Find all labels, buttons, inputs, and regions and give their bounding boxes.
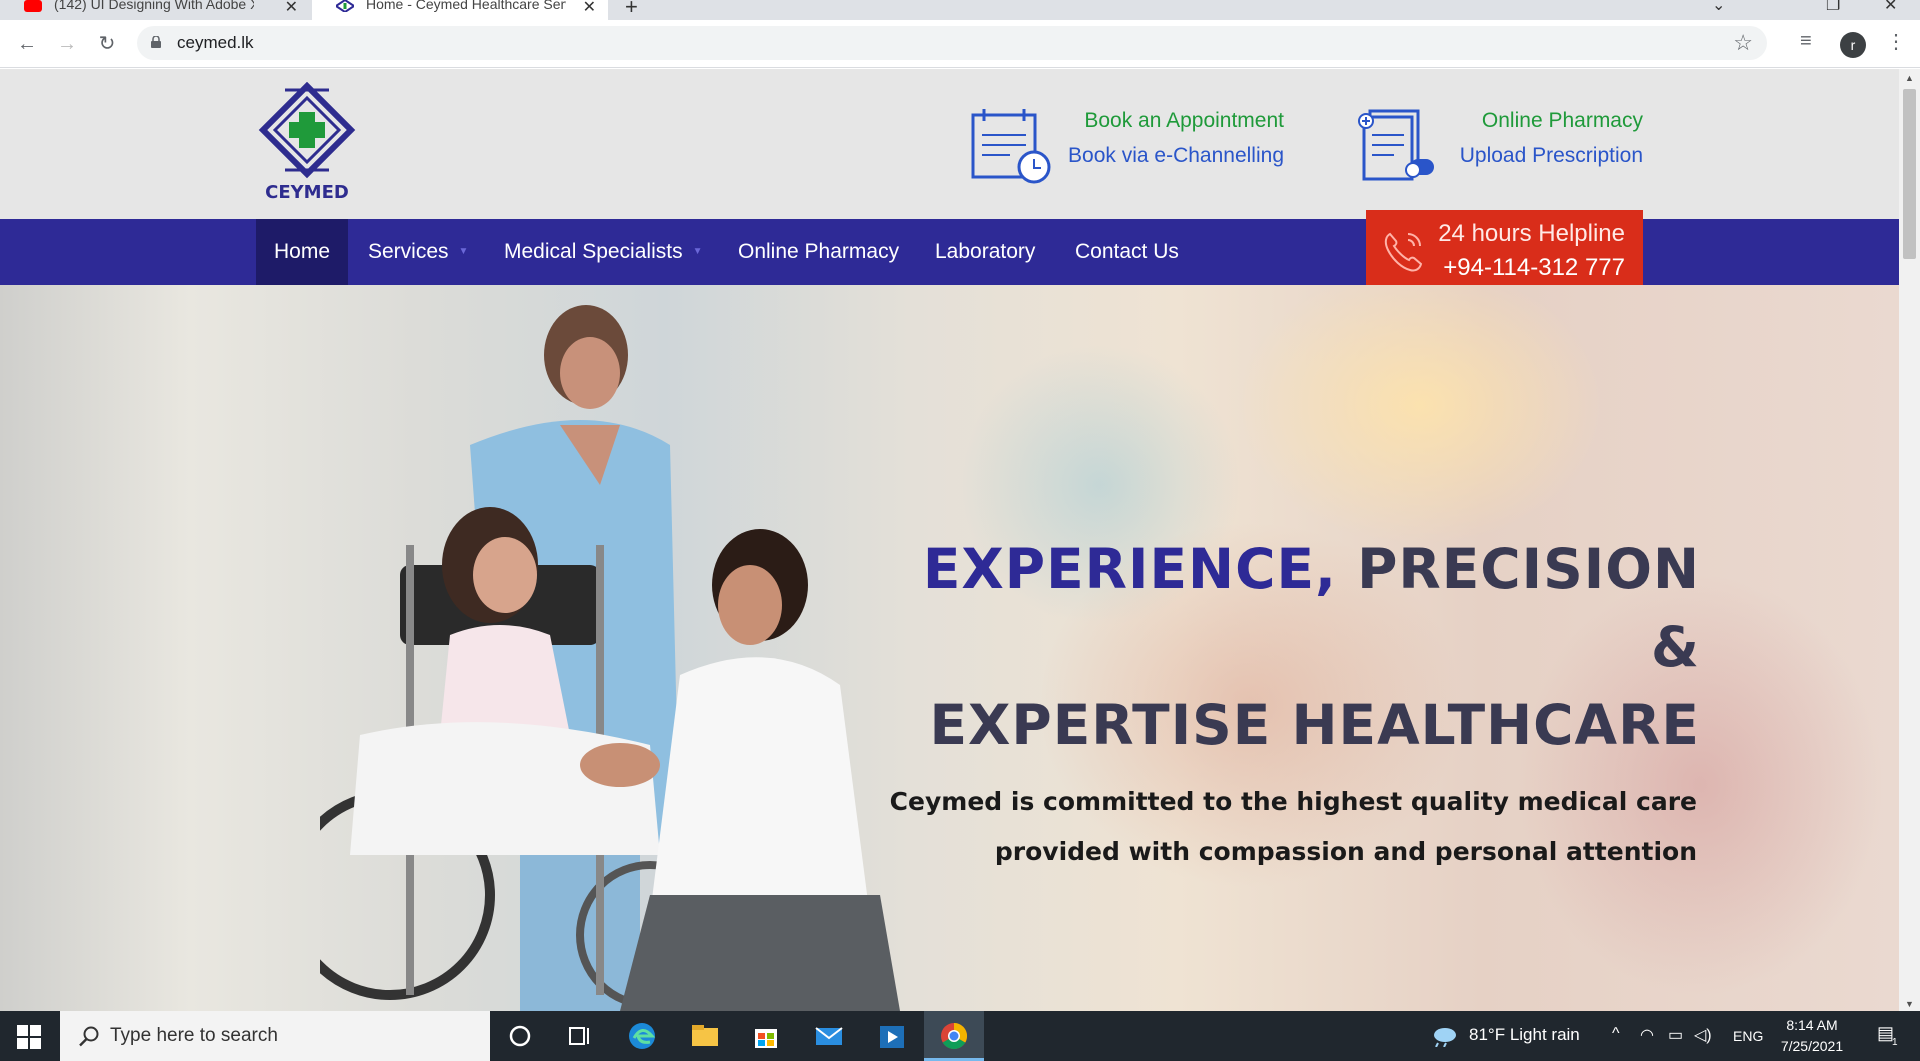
browser-tab[interactable]: (142) UI Designing With Adobe X ✕ — [0, 0, 310, 20]
browser-toolbar: ← → ↻ ceymed.lk ☆ ≡ r ⋮ — [0, 20, 1920, 68]
store-icon[interactable] — [750, 1020, 782, 1052]
cortana-icon[interactable] — [504, 1020, 536, 1052]
tab-title: Home - Ceymed Healthcare Serv — [366, 0, 566, 12]
hero-title-rest: PRECISION & — [1336, 537, 1700, 679]
nav-label: Medical Specialists — [504, 240, 683, 263]
hero-banner: EXPERIENCE, PRECISION & EXPERTISE HEALTH… — [0, 285, 1899, 1011]
language-indicator[interactable]: ENG — [1733, 1028, 1763, 1044]
hero-title-line2: EXPERTISE HEALTHCARE — [929, 693, 1700, 757]
page-scrollbar[interactable]: ▲ ▼ — [1899, 69, 1920, 1011]
hero-subtitle-line1: Ceymed is committed to the highest quali… — [889, 787, 1697, 816]
hero-subtitle: Ceymed is committed to the highest quali… — [880, 777, 1697, 877]
taskbar-active-app[interactable] — [924, 1011, 984, 1061]
notification-count: 1 — [1892, 1037, 1898, 1048]
book-appointment-link[interactable]: Book an Appointment — [1040, 109, 1284, 133]
taskbar-search-input[interactable]: Type here to search — [60, 1011, 490, 1061]
chevron-down-icon: ▼ — [692, 246, 703, 258]
nav-item-medical-specialists[interactable]: Medical Specialists ▼ — [486, 219, 720, 285]
search-placeholder: Type here to search — [110, 1025, 278, 1046]
hero-title: EXPERIENCE, PRECISION & EXPERTISE HEALTH… — [900, 530, 1700, 764]
logo-text: CEYMED — [265, 182, 349, 203]
nav-label: Home — [274, 240, 331, 263]
restore-window-icon[interactable]: ❐ — [1826, 0, 1840, 15]
taskbar-clock[interactable]: 8:14 AM 7/25/2021 — [1772, 1015, 1852, 1057]
helpline-box[interactable]: 24 hours Helpline +94-114-312 777 — [1366, 210, 1643, 294]
url-text: ceymed.lk — [177, 33, 254, 52]
nav-item-home[interactable]: Home — [256, 219, 349, 285]
helpline-label: 24 hours Helpline — [1438, 220, 1625, 247]
weather-cloud-icon — [1434, 1028, 1456, 1047]
e-channelling-link[interactable]: Book via e-Channelling — [1040, 144, 1284, 168]
tab-title: (142) UI Designing With Adobe X — [54, 0, 254, 12]
edge-icon[interactable] — [626, 1020, 658, 1052]
forward-icon[interactable]: → — [55, 32, 79, 56]
search-icon — [79, 1026, 99, 1047]
battery-icon[interactable]: ▭ — [1668, 1025, 1683, 1045]
tab-search-icon[interactable]: ⌄ — [1712, 0, 1725, 15]
youtube-icon — [24, 0, 42, 12]
browser-tab-strip: (142) UI Designing With Adobe X ✕ Home -… — [0, 0, 1920, 20]
ceymed-logo-icon — [258, 81, 356, 179]
network-icon[interactable]: ◠ — [1640, 1025, 1654, 1045]
back-icon[interactable]: ← — [15, 32, 39, 56]
upload-prescription-link[interactable]: Upload Prescription — [1400, 144, 1643, 168]
online-pharmacy-link[interactable]: Online Pharmacy — [1400, 109, 1643, 133]
windows-start-icon[interactable] — [17, 1025, 41, 1049]
weather-text[interactable]: 81°F Light rain — [1469, 1025, 1580, 1045]
chevron-down-icon: ▼ — [458, 246, 469, 258]
mail-icon[interactable] — [813, 1020, 845, 1052]
show-hidden-icons-icon[interactable]: ^ — [1612, 1025, 1620, 1043]
nav-item-services[interactable]: Services ▼ — [350, 219, 486, 285]
nav-label: Services — [368, 240, 449, 263]
file-explorer-icon[interactable] — [689, 1020, 721, 1052]
page-viewport: CEYMED Book an Appointment Book via e-Ch… — [0, 69, 1899, 1011]
ceymed-logo[interactable]: CEYMED — [255, 81, 359, 204]
browser-menu-icon[interactable]: ⋮ — [1886, 29, 1906, 54]
nav-item-contact-us[interactable]: Contact Us — [1057, 219, 1197, 285]
close-icon[interactable]: ✕ — [583, 0, 596, 17]
close-window-icon[interactable]: ✕ — [1884, 0, 1897, 15]
nav-label: Contact Us — [1075, 240, 1179, 263]
scroll-up-icon[interactable]: ▲ — [1905, 73, 1914, 83]
media-app-icon[interactable] — [876, 1020, 908, 1052]
hero-title-accent: EXPERIENCE, — [922, 537, 1337, 601]
hero-photo-nurse-doctor-child — [320, 305, 900, 1011]
new-tab-icon[interactable]: + — [625, 0, 638, 20]
browser-tab-active[interactable]: Home - Ceymed Healthcare Serv ✕ — [312, 0, 608, 20]
scroll-down-icon[interactable]: ▼ — [1905, 999, 1914, 1009]
ceymed-favicon-icon — [336, 0, 354, 12]
profile-avatar[interactable]: r — [1840, 32, 1866, 58]
bookmark-star-icon[interactable]: ☆ — [1733, 30, 1753, 56]
site-header: CEYMED Book an Appointment Book via e-Ch… — [0, 69, 1899, 219]
reload-icon[interactable]: ↻ — [95, 32, 119, 56]
nav-item-laboratory[interactable]: Laboratory — [917, 219, 1053, 285]
nav-item-online-pharmacy[interactable]: Online Pharmacy — [720, 219, 917, 285]
hero-subtitle-line2: provided with compassion and personal at… — [994, 837, 1697, 866]
phone-icon — [1384, 232, 1423, 272]
clock-time: 8:14 AM — [1786, 1017, 1838, 1033]
helpline-number[interactable]: +94-114-312 777 — [1443, 254, 1625, 282]
windows-taskbar: Type here to search 81°F Light rain ^ ◠ … — [0, 1011, 1920, 1061]
lock-icon — [151, 36, 161, 48]
close-icon[interactable]: ✕ — [285, 0, 298, 17]
nav-label: Laboratory — [935, 240, 1036, 263]
nav-label: Online Pharmacy — [738, 240, 900, 263]
volume-icon[interactable]: ◁) — [1694, 1025, 1712, 1045]
chrome-icon — [941, 1022, 968, 1050]
clock-date: 7/25/2021 — [1780, 1038, 1844, 1054]
task-view-icon[interactable] — [564, 1020, 596, 1052]
scrollbar-thumb[interactable] — [1903, 89, 1916, 259]
address-bar[interactable]: ceymed.lk ☆ — [137, 26, 1767, 60]
media-control-icon[interactable]: ≡ — [1800, 30, 1812, 53]
